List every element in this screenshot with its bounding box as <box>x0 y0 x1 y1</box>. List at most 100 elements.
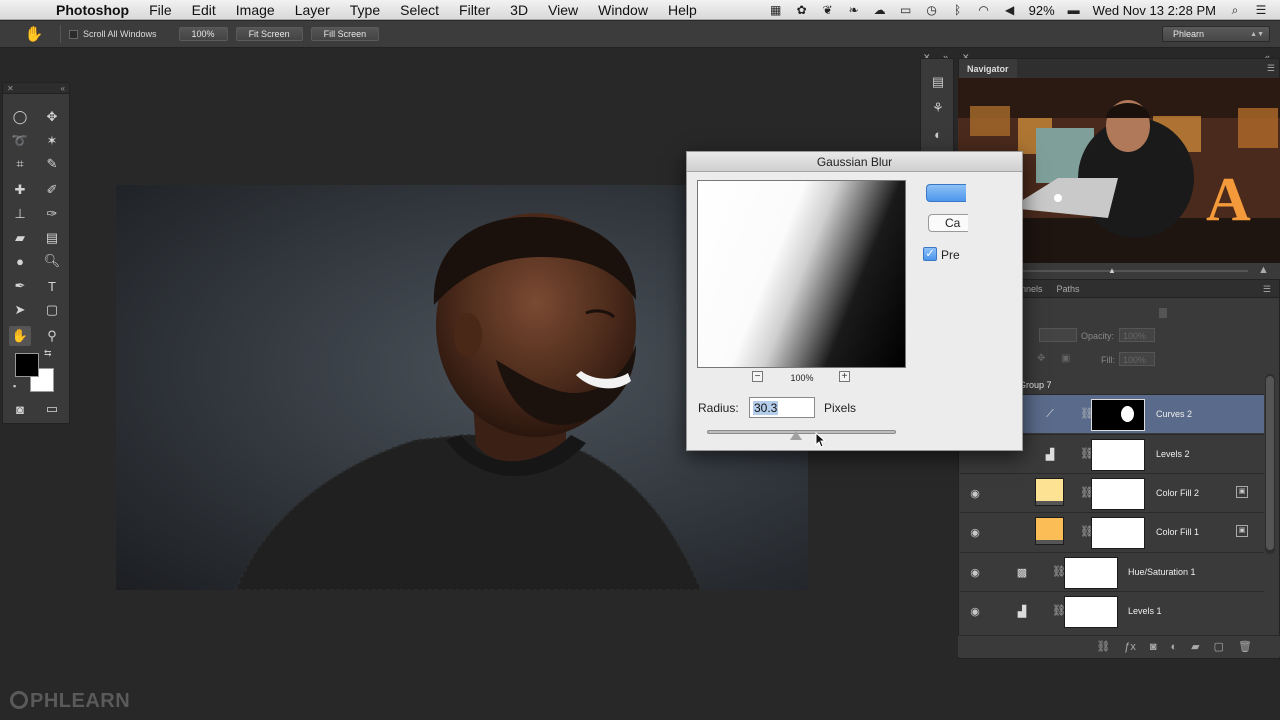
leaf-icon[interactable]: ❧ <box>847 3 861 17</box>
history-brush-tool-icon[interactable]: ✑ <box>41 204 63 224</box>
layers-scroll-thumb[interactable] <box>1266 376 1274 550</box>
marquee-tool-icon[interactable]: ◯ <box>9 107 31 127</box>
eraser-tool-icon[interactable]: ▰ <box>9 228 31 248</box>
clock[interactable]: Wed Nov 13 2:28 PM <box>1093 3 1216 18</box>
new-adjustment-icon[interactable]: ◐ <box>1171 641 1178 653</box>
visibility-eye-icon[interactable]: ◉ <box>968 526 982 539</box>
volume-icon[interactable]: ◀ <box>1003 3 1017 17</box>
quick-mask-icon[interactable]: ◙ <box>9 399 31 419</box>
filter-toggle-icon[interactable] <box>1159 308 1167 318</box>
bluetooth-icon[interactable]: ᛒ <box>951 3 965 17</box>
panel-menu-icon[interactable]: ☰ <box>1263 284 1271 295</box>
menu-image[interactable]: Image <box>226 2 285 18</box>
tab-navigator[interactable]: Navigator <box>959 58 1017 79</box>
lasso-tool-icon[interactable]: ➰ <box>9 131 31 151</box>
menu-file[interactable]: File <box>139 2 182 18</box>
swap-colors-icon[interactable]: ⇆ <box>44 348 52 359</box>
zoom-in-icon[interactable]: ▲ <box>1258 264 1269 276</box>
collapse-icon[interactable]: « <box>61 84 65 93</box>
blur-tool-icon[interactable]: ● <box>9 251 31 271</box>
time-machine-icon[interactable]: ◷ <box>925 3 939 17</box>
healing-brush-tool-icon[interactable]: ✚ <box>9 180 31 200</box>
menu-3d[interactable]: 3D <box>500 2 538 18</box>
menu-layer[interactable]: Layer <box>285 2 340 18</box>
layer-mask-thumbnail[interactable] <box>1064 557 1118 589</box>
tab-paths[interactable]: Paths <box>1050 284 1087 294</box>
menu-window[interactable]: Window <box>588 2 658 18</box>
fill-field[interactable]: 100% <box>1119 352 1155 366</box>
battery-icon[interactable]: ▬ <box>1067 3 1081 17</box>
fit-screen-button[interactable]: Fit Screen <box>235 27 303 41</box>
evernote-icon[interactable]: ❦ <box>821 3 835 17</box>
ok-button[interactable] <box>926 184 966 202</box>
dodge-tool-icon[interactable]: 🔍︎ <box>41 251 63 271</box>
wifi-icon[interactable]: ◠ <box>977 3 991 17</box>
layer-hue-saturation-1[interactable]: ◉ ▩ ⛓ Hue/Saturation 1 <box>960 552 1264 591</box>
radius-input[interactable]: 30.3 <box>749 397 815 418</box>
brush-tool-icon[interactable]: ✐ <box>41 180 63 200</box>
grid-icon[interactable]: ▦ <box>769 3 783 17</box>
notification-list-icon[interactable]: ☰ <box>1254 3 1268 17</box>
brush-presets-icon[interactable]: ⚘ <box>921 95 955 121</box>
gradient-tool-icon[interactable]: ▤ <box>41 228 63 248</box>
layer-levels-1[interactable]: ◉ ▟ ⛓ Levels 1 <box>960 591 1264 630</box>
menu-select[interactable]: Select <box>390 2 449 18</box>
layer-mask-thumbnail[interactable] <box>1091 517 1145 549</box>
navigator-zoom-thumb[interactable]: ▲ <box>1108 266 1116 275</box>
blur-preview-area[interactable] <box>697 180 906 368</box>
layer-color-fill-1[interactable]: ◉ ⛓ Color Fill 1 ▣ <box>960 512 1264 551</box>
zoom-in-button[interactable]: + <box>839 371 850 382</box>
zoom-tool-icon[interactable]: ⚲ <box>41 326 63 346</box>
group-7-label[interactable]: Group 7 <box>1019 380 1052 390</box>
layer-mask-thumbnail[interactable] <box>1091 399 1145 431</box>
foreground-color-swatch[interactable] <box>15 353 39 377</box>
airplay-icon[interactable]: ▭ <box>899 3 913 17</box>
flower-icon[interactable]: ✿ <box>795 3 809 17</box>
lock-all-icon[interactable]: ▣ <box>1061 353 1070 364</box>
close-icon[interactable]: ✕ <box>7 84 14 93</box>
path-selection-tool-icon[interactable]: ➤ <box>9 300 31 320</box>
radius-slider-thumb[interactable] <box>789 431 802 440</box>
hand-tool-preset-icon[interactable]: ✋ <box>20 25 48 43</box>
fill-screen-button[interactable]: Fill Screen <box>310 27 380 41</box>
layer-color-fill-2[interactable]: ◉ ⛓ Color Fill 2 ▣ <box>960 473 1264 512</box>
clone-stamp-tool-icon[interactable]: ⊥ <box>9 204 31 224</box>
type-tool-icon[interactable]: T <box>41 276 63 296</box>
layer-mask-thumbnail[interactable] <box>1091 439 1145 471</box>
menu-help[interactable]: Help <box>658 2 707 18</box>
color-fill-thumbnail[interactable] <box>1035 478 1064 506</box>
menu-app-name[interactable]: Photoshop <box>46 2 139 18</box>
layers-scrollbar[interactable] <box>1265 374 1275 554</box>
pen-tool-icon[interactable]: ✒ <box>9 276 31 296</box>
default-colors-icon[interactable]: ▪ <box>13 381 16 391</box>
layer-mask-thumbnail[interactable] <box>1091 478 1145 510</box>
visibility-eye-icon[interactable]: ◉ <box>968 605 982 618</box>
link-layers-icon[interactable]: ⛓ <box>1096 640 1110 653</box>
color-fill-thumbnail[interactable] <box>1035 517 1064 545</box>
zoom-100-button[interactable]: 100% <box>178 27 228 41</box>
dialog-title[interactable]: Gaussian Blur <box>687 152 1022 172</box>
screen-mode-icon[interactable]: ▭ <box>41 399 63 419</box>
workspace-switcher[interactable]: Phlearn ▲▼ <box>1162 26 1270 42</box>
spotlight-search-icon[interactable]: ⌕ <box>1228 3 1242 17</box>
lock-position-icon[interactable]: ✥ <box>1037 353 1045 364</box>
menu-edit[interactable]: Edit <box>182 2 226 18</box>
add-mask-icon[interactable]: ◙ <box>1150 641 1157 653</box>
visibility-eye-icon[interactable]: ◉ <box>968 566 982 579</box>
hand-tool-icon[interactable]: ✋ <box>9 326 31 346</box>
battery-percent[interactable]: 92% <box>1029 3 1055 18</box>
menu-view[interactable]: View <box>538 2 588 18</box>
scroll-all-windows-checkbox[interactable] <box>69 29 78 39</box>
panel-menu-icon[interactable]: ☰ <box>1267 63 1275 74</box>
preview-checkbox[interactable]: ✓ <box>923 247 937 261</box>
menu-type[interactable]: Type <box>340 2 390 18</box>
delete-layer-icon[interactable]: 🗑︎ <box>1238 640 1252 653</box>
eyedropper-tool-icon[interactable]: ✎ <box>41 154 63 174</box>
move-tool-icon[interactable]: ✥ <box>41 107 63 127</box>
visibility-eye-icon[interactable]: ◉ <box>968 487 982 500</box>
shape-tool-icon[interactable]: ▢ <box>41 300 63 320</box>
tools-panel-header[interactable]: ✕ « <box>3 83 69 94</box>
cloud-icon[interactable]: ☁ <box>873 3 887 17</box>
crop-tool-icon[interactable]: ⌗ <box>9 154 31 174</box>
new-group-icon[interactable]: ▰ <box>1191 640 1199 653</box>
